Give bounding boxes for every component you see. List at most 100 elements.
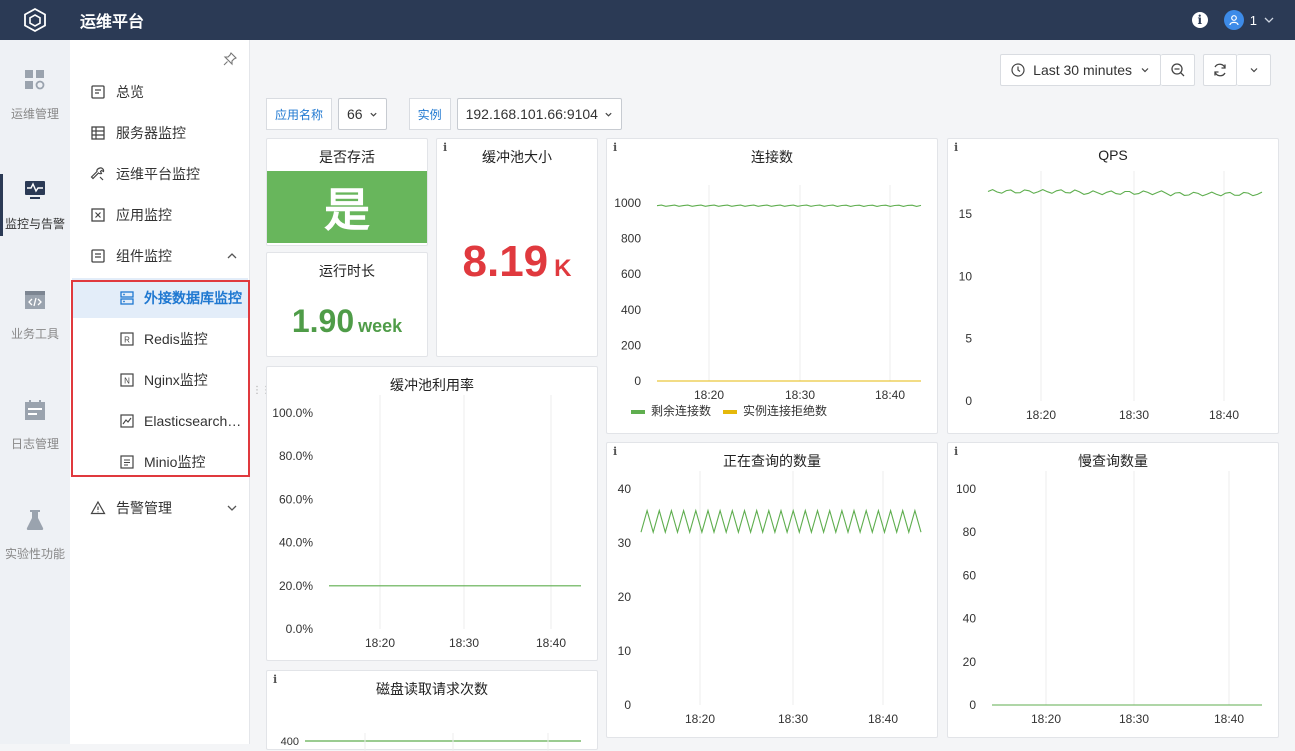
chevron-down-icon (369, 112, 377, 117)
series-line (640, 508, 922, 535)
refresh-button[interactable] (1203, 54, 1237, 86)
qps-chart: 18:20 18:30 18:40 15 10 5 0 (959, 171, 1263, 422)
y-tick-label: 60 (963, 568, 977, 582)
legend-swatch (723, 410, 737, 414)
panel-connections: i 连接数 18:20 18:30 18:40 1000 800 600 400 200 0 剩余… (606, 138, 938, 434)
series-line (987, 188, 1263, 197)
chevron-down-icon (1141, 68, 1149, 73)
x-tick-label: 18:40 (875, 388, 905, 402)
nav-item-component-monitoring[interactable]: 组件监控 (70, 236, 250, 276)
instance-select[interactable]: 192.168.101.66:9104 (456, 98, 622, 130)
nav-item-label: 服务器监控 (116, 125, 186, 141)
y-tick-label: 20 (618, 590, 632, 604)
nav-item-label: 告警管理 (116, 500, 172, 516)
panel-running-queries: i 正在查询的数量 18:20 18:30 18:40 40 30 20 10 0 (606, 442, 938, 738)
pin-icon[interactable] (223, 52, 237, 71)
rail-item-logs[interactable]: 日志管理 (0, 380, 70, 470)
y-tick-label: 30 (618, 536, 632, 550)
rail-label: 运维管理 (10, 106, 59, 121)
y-tick-label: 10 (959, 269, 973, 283)
x-tick-label: 18:20 (1031, 712, 1061, 726)
rail-item-experimental[interactable]: 实验性功能 (0, 490, 70, 580)
instance-value: 192.168.101.66:9104 (465, 106, 598, 122)
rail-item-tools[interactable]: 业务工具 (0, 270, 70, 360)
panel-pool-size: i 缓冲池大小 8.19 K (436, 138, 598, 357)
y-tick-label: 40.0% (279, 536, 313, 550)
refresh-icon (1214, 63, 1226, 77)
wrench-icon (90, 167, 105, 181)
app-logo-icon[interactable] (0, 0, 70, 40)
time-range-picker[interactable]: Last 30 minutes (1000, 54, 1161, 86)
zoom-out-button[interactable] (1161, 54, 1195, 86)
chevron-down-icon[interactable] (226, 502, 238, 514)
rail-item-monitoring[interactable]: 监控与告警 (0, 160, 70, 250)
x-tick-label: 18:40 (536, 636, 566, 650)
highlight-frame (71, 280, 250, 477)
dashboard-grid-icon (25, 69, 45, 89)
pool-usage-chart: 18:20 18:30 18:40 100.0% 80.0% 60.0% 40.0% 20.0… (272, 395, 581, 650)
legend-label: 实例连接拒绝数 (743, 403, 827, 418)
x-tick-label: 18:30 (449, 636, 479, 650)
y-tick-label: 100 (956, 482, 976, 496)
y-tick-label: 80 (963, 525, 977, 539)
server-icon (91, 126, 105, 140)
legend-label: 剩余连接数 (651, 403, 711, 418)
y-tick-label: 0.0% (286, 622, 314, 636)
nav-item-app-monitoring[interactable]: 应用监控 (70, 195, 250, 235)
y-tick-label: 60.0% (279, 492, 313, 506)
panel-title: 缓冲池大小 (482, 149, 552, 165)
x-tick-label: 18:30 (1119, 408, 1149, 422)
y-tick-label: 40 (618, 482, 632, 496)
y-tick-label: 600 (621, 267, 641, 281)
x-tick-label: 18:20 (1026, 408, 1056, 422)
chevron-down-icon (1250, 68, 1257, 73)
uptime-value: 1.90 (291, 303, 355, 339)
y-tick-label: 80.0% (279, 449, 313, 463)
panel-uptime: 运行时长 1.90 week (266, 252, 428, 357)
y-tick-label: 40 (963, 612, 977, 626)
nav-item-platform-monitoring[interactable]: 运维平台监控 (70, 154, 250, 194)
nav-item-alert-management[interactable]: 告警管理 (70, 488, 250, 528)
app-name-select[interactable]: 66 (338, 98, 387, 130)
x-tick-label: 18:30 (778, 712, 808, 726)
panel-alive: 是否存活 是 (266, 138, 428, 246)
y-tick-label: 20 (963, 655, 977, 669)
rail-item-ops[interactable]: 运维管理 (0, 50, 70, 140)
slow-queries-chart: 18:20 18:30 18:40 100 80 60 40 20 0 (956, 471, 1262, 726)
y-tick-label: 5 (965, 332, 972, 346)
app-name-value: 66 (347, 106, 363, 122)
calendar-icon (25, 399, 45, 420)
alert-icon (90, 500, 106, 515)
info-icon[interactable]: i (1191, 12, 1208, 28)
time-range-label: Last 30 minutes (1033, 62, 1132, 78)
refresh-interval-dropdown[interactable] (1237, 54, 1271, 86)
legend-swatch (631, 410, 645, 414)
y-tick-label: 0 (634, 374, 641, 388)
nav-item-overview[interactable]: 总览 (70, 72, 250, 112)
x-tick-label: 18:30 (785, 388, 815, 402)
nav-item-server-monitoring[interactable]: 服务器监控 (70, 113, 250, 153)
x-tick-label: 18:30 (1119, 712, 1149, 726)
y-tick-label: 20.0% (279, 579, 313, 593)
panel-qps: i QPS 18:20 18:30 18:40 15 10 5 0 (947, 138, 1279, 434)
y-tick-label: 10 (618, 644, 632, 658)
rail-label: 实验性功能 (4, 546, 65, 561)
panel-title: 运行时长 (319, 263, 375, 279)
pool-size-unit: K (554, 255, 572, 282)
flask-icon (26, 509, 44, 530)
panel-disk-reads: i 磁盘读取请求次数 400 (266, 670, 598, 751)
y-tick-label: 400 (281, 736, 299, 748)
user-avatar-icon (1223, 10, 1244, 30)
side-nav: 总览 服务器监控 运维平台监控 应用监控 组件监控 外接数据库监控 R Redi… (70, 40, 250, 744)
panel-slow-queries: i 慢查询数量 18:20 18:30 18:40 100 80 60 40 20 0 (947, 442, 1279, 738)
chevron-down-icon (605, 112, 612, 117)
chevron-up-icon[interactable] (226, 250, 238, 262)
x-tick-label: 18:20 (685, 712, 715, 726)
nav-item-label: 组件监控 (116, 248, 172, 264)
panel-title: 是否存活 (319, 149, 375, 165)
pool-size-value: 8.19 (462, 237, 549, 286)
rail-label: 日志管理 (10, 436, 59, 451)
user-menu[interactable]: 1 (1223, 10, 1275, 30)
connections-chart: 18:20 18:30 18:40 1000 800 600 400 200 0 剩余连接数 实例连… (614, 185, 922, 418)
clock-icon (1011, 63, 1025, 77)
